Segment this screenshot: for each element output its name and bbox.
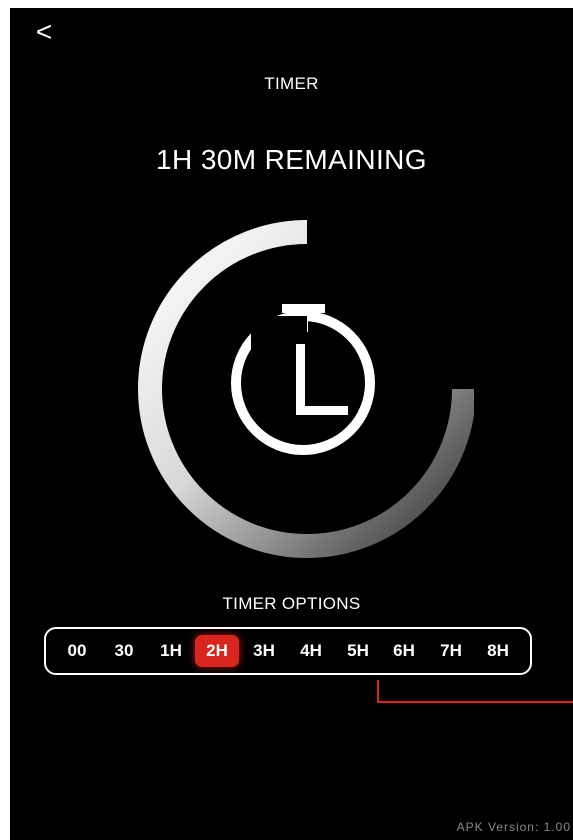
timer-screen: < TIMER 1H 30M REMAINING TIMER OPTIONS 0… (10, 8, 573, 840)
option-5h[interactable]: 5H (336, 635, 380, 667)
option-4h[interactable]: 4H (289, 635, 333, 667)
option-8h[interactable]: 8H (476, 635, 520, 667)
page-title: TIMER (264, 74, 319, 93)
timer-options-bar: 00 30 1H 2H 3H 4H 5H 6H 7H 8H (44, 627, 532, 675)
stopwatch-icon (231, 304, 375, 455)
option-00[interactable]: 00 (55, 635, 99, 667)
remaining-time-text: 1H 30M REMAINING (156, 144, 427, 175)
back-button[interactable]: < (30, 16, 58, 48)
option-6h[interactable]: 6H (382, 635, 426, 667)
progress-ring (138, 220, 474, 558)
timer-dial (138, 220, 474, 558)
app-version: APK Version: 1.00 (456, 820, 571, 834)
option-1h[interactable]: 1H (149, 635, 193, 667)
option-2h[interactable]: 2H (195, 635, 239, 667)
option-7h[interactable]: 7H (429, 635, 473, 667)
option-30[interactable]: 30 (102, 635, 146, 667)
connector-line (377, 680, 573, 703)
option-3h[interactable]: 3H (242, 635, 286, 667)
timer-options-label: TIMER OPTIONS (222, 594, 361, 613)
